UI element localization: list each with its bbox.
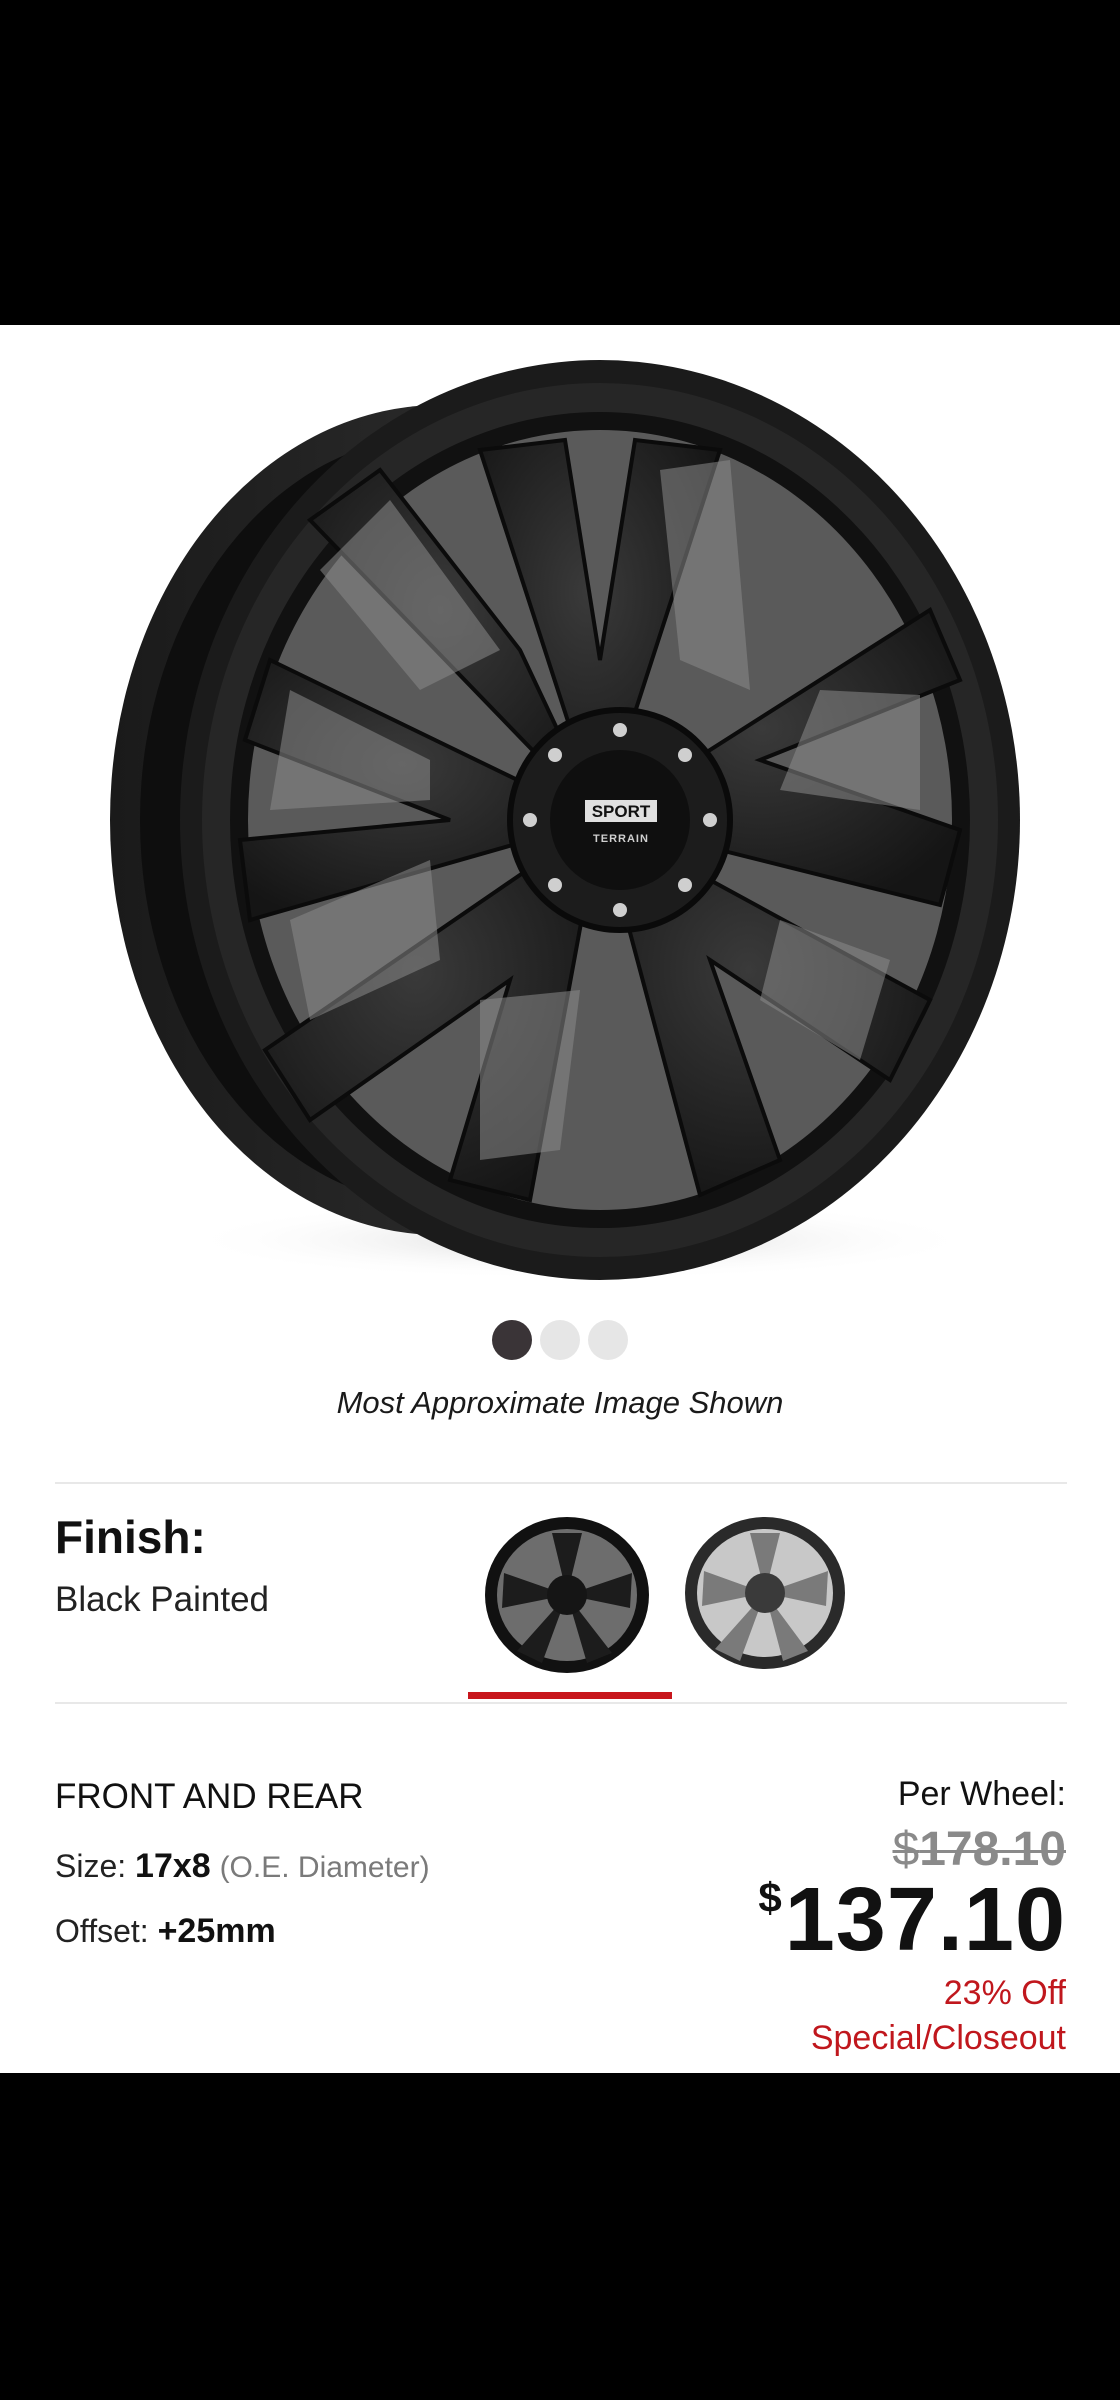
size-note: (O.E. Diameter): [219, 1851, 430, 1884]
sale-price-amount: 137.10: [784, 1870, 1066, 1970]
divider: [55, 1482, 1067, 1484]
original-price: $178.10: [758, 1822, 1066, 1877]
product-image-carousel[interactable]: SPORT TERRAIN: [0, 325, 1120, 1305]
sale-price-currency: $: [758, 1874, 783, 1921]
per-wheel-label: Per Wheel:: [897, 1775, 1066, 1813]
wheel-image: SPORT TERRAIN: [110, 360, 1020, 1280]
finish-value: Black Painted: [55, 1580, 270, 1619]
wheel-logo-subtext: TERRAIN: [593, 833, 649, 845]
black-wheel-thumbnail-icon: [485, 1517, 649, 1673]
price-block: Per Wheel: $178.10 $137.10 23% Off Speci…: [758, 1775, 1066, 2058]
fitment-position: FRONT AND REAR: [55, 1777, 364, 1816]
finish-swatch-black-painted[interactable]: [478, 1513, 656, 1673]
size-label: Size:: [55, 1848, 127, 1884]
offset-label: Offset:: [55, 1913, 149, 1949]
offset-value: +25mm: [157, 1912, 276, 1950]
wheel-logo-text: SPORT: [592, 802, 651, 821]
offset-row: Offset: +25mm: [55, 1912, 276, 1951]
carousel-dot-3[interactable]: [588, 1320, 628, 1360]
selected-swatch-indicator: [468, 1692, 672, 1699]
finish-swatch-gunmetal[interactable]: [676, 1513, 854, 1673]
finish-label: Finish:: [55, 1511, 206, 1563]
top-black-bar: [0, 0, 1120, 325]
special-closeout-tag: Special/Closeout: [810, 2018, 1066, 2057]
product-detail-panel: SPORT TERRAIN Most Approximate Image Sho…: [0, 325, 1120, 2073]
size-value: 17x8: [135, 1847, 211, 1885]
bottom-black-bar: [0, 2073, 1120, 2400]
discount-percent: 23% Off: [943, 1973, 1066, 2012]
divider: [55, 1702, 1067, 1704]
sale-price: $137.10: [758, 1873, 1066, 1968]
original-price-amount: 178.10: [919, 1823, 1066, 1876]
carousel-dot-2[interactable]: [540, 1320, 580, 1360]
image-caption: Most Approximate Image Shown: [336, 1385, 784, 1420]
original-price-currency: $: [892, 1823, 920, 1876]
carousel-dots: [0, 1320, 1120, 1360]
size-row: Size: 17x8 (O.E. Diameter): [55, 1847, 430, 1886]
gunmetal-wheel-thumbnail-icon: [685, 1517, 845, 1669]
next-image-arrow[interactable]: [1072, 780, 1112, 840]
carousel-dot-1[interactable]: [492, 1320, 532, 1360]
